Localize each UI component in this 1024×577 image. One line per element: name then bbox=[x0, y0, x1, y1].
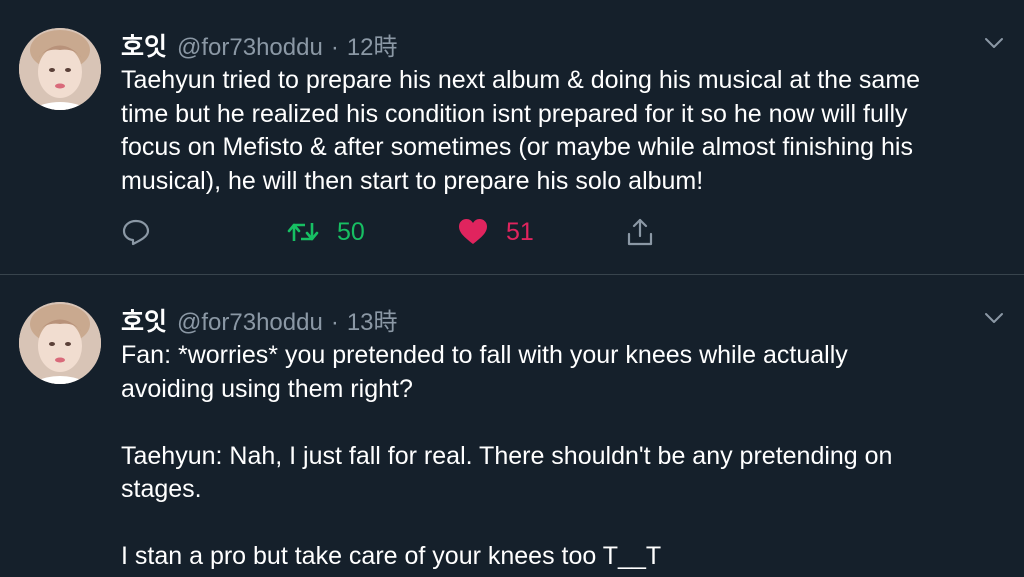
display-name[interactable]: 호잇 bbox=[121, 302, 167, 338]
like-count: 51 bbox=[506, 217, 534, 246]
tweet-header: 호잇 @for73hoddu · 13時 bbox=[121, 302, 398, 336]
tweet-paragraph: Taehyun: Nah, I just fall for real. Ther… bbox=[121, 440, 1001, 507]
tweet-text: Fan: *worries* you pretended to fall wit… bbox=[121, 339, 1001, 574]
timestamp[interactable]: 12時 bbox=[347, 27, 398, 62]
chevron-down-icon[interactable] bbox=[984, 36, 1004, 50]
reply-button[interactable] bbox=[121, 214, 151, 250]
tweet-paragraph: I stan a pro but take care of your knees… bbox=[121, 540, 1001, 574]
tweet-text-line: avoiding using them right? bbox=[121, 374, 413, 403]
reply-icon bbox=[122, 219, 150, 246]
like-button[interactable]: 51 bbox=[458, 214, 534, 250]
share-button[interactable] bbox=[625, 214, 655, 250]
tweet-text-line: Taehyun: Nah, I just fall for real. Ther… bbox=[121, 441, 893, 470]
share-icon bbox=[627, 218, 653, 246]
chevron-down-icon[interactable] bbox=[984, 311, 1004, 325]
heart-icon bbox=[459, 219, 487, 244]
tweet-text-line: Taehyun tried to prepare his next album … bbox=[121, 66, 921, 94]
tweet-text-line: musical), he will then start to prepare … bbox=[121, 166, 704, 195]
handle[interactable]: @for73hoddu bbox=[177, 309, 323, 337]
retweet-count: 50 bbox=[337, 217, 365, 246]
separator-dot: · bbox=[330, 34, 339, 61]
avatar[interactable] bbox=[19, 28, 101, 110]
tweet-text-line: time but he realized his condition isnt … bbox=[121, 99, 908, 128]
retweet-icon bbox=[287, 223, 319, 241]
tweet-text: Taehyun tried to prepare his next album … bbox=[121, 64, 1001, 198]
tweet-text-line: Fan: *worries* you pretended to fall wit… bbox=[121, 341, 848, 369]
separator-dot: · bbox=[330, 309, 339, 336]
handle[interactable]: @for73hoddu bbox=[177, 34, 323, 62]
tweet[interactable]: 호잇 @for73hoddu · 13時 Fan: *worries* you … bbox=[0, 275, 1024, 577]
timestamp[interactable]: 13時 bbox=[347, 302, 398, 337]
display-name[interactable]: 호잇 bbox=[121, 27, 167, 63]
retweet-button[interactable]: 50 bbox=[287, 214, 365, 250]
tweet-text-line: focus on Mefisto & after sometimes (or m… bbox=[121, 133, 913, 161]
tweet-actions: 50 51 bbox=[121, 214, 681, 250]
tweet[interactable]: 호잇 @for73hoddu · 12時 Taehyun tried to pr… bbox=[0, 0, 1024, 275]
tweet-paragraph: Fan: *worries* you pretended to fall wit… bbox=[121, 339, 1001, 406]
tweet-header: 호잇 @for73hoddu · 12時 bbox=[121, 27, 398, 61]
tweet-text-line: stages. bbox=[121, 475, 202, 503]
avatar[interactable] bbox=[19, 302, 101, 384]
tweet-text-line: I stan a pro but take care of your knees… bbox=[121, 542, 662, 570]
